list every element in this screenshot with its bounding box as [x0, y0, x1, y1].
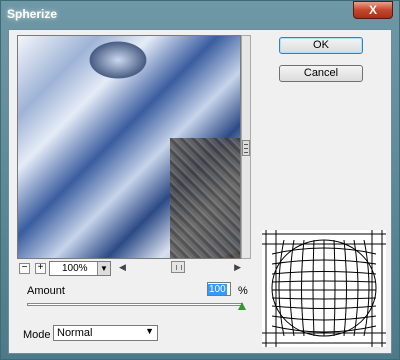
horizontal-scroll-thumb[interactable]	[171, 261, 185, 273]
chevron-down-icon[interactable]: ▼	[97, 262, 110, 275]
mode-select[interactable]: Normal ▼	[53, 325, 158, 341]
mode-selected-value: Normal	[57, 327, 93, 339]
mode-label: Mode	[23, 329, 51, 341]
amount-slider-thumb[interactable]	[238, 302, 246, 310]
amount-input[interactable]: 100	[207, 282, 231, 296]
preview-horizontal-scrollbar[interactable]: ◀ ▶	[119, 261, 241, 273]
dialog-window: Spherize X − + 100% ▼ ◀ ▶ OK Cancel Amou…	[0, 0, 400, 360]
zoom-level-select[interactable]: 100% ▼	[49, 261, 111, 276]
cancel-button[interactable]: Cancel	[279, 65, 363, 82]
amount-slider-track[interactable]	[27, 303, 243, 306]
close-button[interactable]: X	[353, 1, 393, 19]
zoom-in-button[interactable]: +	[35, 263, 46, 274]
vertical-scroll-thumb[interactable]	[242, 140, 250, 156]
chevron-down-icon: ▼	[145, 326, 154, 336]
image-preview[interactable]	[17, 35, 241, 259]
amount-value: 100	[208, 284, 227, 295]
preview-texture	[170, 138, 240, 258]
percent-unit: %	[238, 285, 248, 297]
zoom-out-button[interactable]: −	[19, 263, 30, 274]
window-title: Spherize	[7, 7, 58, 21]
preview-vertical-scrollbar[interactable]	[241, 35, 251, 259]
title-bar[interactable]: Spherize X	[1, 1, 399, 29]
ok-button[interactable]: OK	[279, 37, 363, 54]
dialog-client-area: − + 100% ▼ ◀ ▶ OK Cancel Amount 100 % Mo…	[8, 29, 392, 354]
spherize-grid-preview	[262, 230, 386, 347]
scroll-left-icon[interactable]: ◀	[119, 262, 126, 273]
zoom-level-value: 100%	[62, 263, 88, 274]
scroll-right-icon[interactable]: ▶	[234, 262, 241, 273]
amount-label: Amount	[27, 285, 65, 297]
